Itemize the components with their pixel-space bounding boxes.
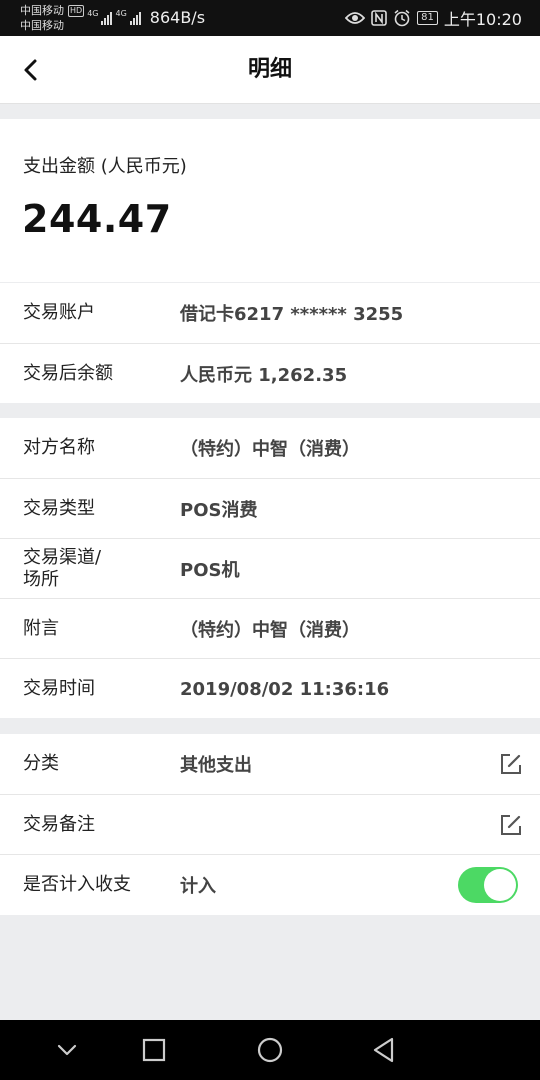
balance-label: 交易后余额 (23, 363, 113, 384)
row-time: 交易时间 2019/08/02 11:36:16 (0, 658, 540, 718)
counterparty-value: （特约）中智（消费） (180, 439, 360, 460)
system-nav-bar (0, 1020, 540, 1080)
time-value: 2019/08/02 11:36:16 (180, 678, 390, 700)
carrier-1: 中国移动 (20, 4, 64, 17)
account-section: 交易账户 借记卡6217 ****** 3255 交易后余额 人民币元 1,26… (0, 283, 540, 403)
amount-label: 支出金额 (人民币元) (23, 156, 187, 177)
status-bar: 中国移动 中国移动 HD 4G 4G 864B/s 81 上午10:20 (0, 0, 540, 36)
amount-card: 支出金额 (人民币元) 244.47 (0, 119, 540, 282)
row-include: 是否计入收支 计入 (0, 854, 540, 914)
hd-icon: HD (68, 5, 85, 17)
row-postscript: 附言 （特约）中智（消费） (0, 598, 540, 658)
toggle-knob (484, 869, 516, 901)
balance-value: 人民币元 1,262.35 (180, 365, 348, 386)
edit-remark-icon[interactable] (498, 812, 524, 838)
category-label: 分类 (23, 753, 59, 774)
page-title: 明细 (247, 57, 292, 82)
type-value: POS消费 (180, 500, 258, 521)
channel-label: 交易渠道/ 场所 (23, 539, 101, 599)
home-circle-icon[interactable] (255, 1035, 285, 1065)
edit-category-icon[interactable] (498, 751, 524, 777)
network-type-2: 4G (115, 8, 127, 18)
amount-value: 244.47 (22, 197, 172, 241)
network-type-1: 4G (87, 8, 99, 18)
include-label: 是否计入收支 (23, 874, 131, 895)
row-counterparty: 对方名称 （特约）中智（消费） (0, 418, 540, 478)
remark-label: 交易备注 (23, 814, 95, 835)
network-speed: 864B/s (149, 8, 206, 27)
channel-label-line2: 场所 (23, 569, 59, 590)
counterparty-label: 对方名称 (23, 437, 95, 458)
signal-2-icon (129, 11, 141, 25)
clock: 上午10:20 (443, 10, 522, 29)
category-value: 其他支出 (180, 755, 252, 776)
account-label: 交易账户 (23, 302, 95, 323)
eye-icon (345, 12, 366, 24)
carrier-2: 中国移动 (20, 19, 64, 32)
recents-square-icon[interactable] (139, 1035, 169, 1065)
notification-down-icon[interactable] (52, 1035, 82, 1065)
type-label: 交易类型 (23, 498, 95, 519)
account-value: 借记卡6217 ****** 3255 (180, 304, 404, 325)
alarm-icon (394, 9, 410, 27)
channel-value: POS机 (180, 560, 240, 581)
row-remark[interactable]: 交易备注 (0, 794, 540, 854)
nfc-icon (371, 10, 387, 26)
postscript-value: （特约）中智（消费） (180, 620, 360, 641)
row-channel: 交易渠道/ 场所 POS机 (0, 538, 540, 598)
row-balance: 交易后余额 人民币元 1,262.35 (0, 343, 540, 403)
time-label: 交易时间 (23, 678, 95, 699)
postscript-label: 附言 (23, 618, 59, 639)
channel-label-line1: 交易渠道/ (23, 547, 102, 568)
carrier-labels: 中国移动 中国移动 (20, 3, 64, 33)
include-value: 计入 (180, 876, 216, 897)
nav-bar: 明细 (0, 36, 540, 104)
row-category[interactable]: 分类 其他支出 (0, 734, 540, 794)
include-toggle[interactable] (458, 867, 518, 903)
back-triangle-icon[interactable] (369, 1035, 399, 1065)
transaction-section: 对方名称 （特约）中智（消费） 交易类型 POS消费 交易渠道/ 场所 POS机… (0, 418, 540, 718)
row-type: 交易类型 POS消费 (0, 478, 540, 538)
battery-icon: 81 (417, 11, 438, 25)
signal-1-icon (101, 11, 113, 25)
classification-section: 分类 其他支出 交易备注 是否计入收支 计入 (0, 734, 540, 915)
row-account: 交易账户 借记卡6217 ****** 3255 (0, 283, 540, 343)
